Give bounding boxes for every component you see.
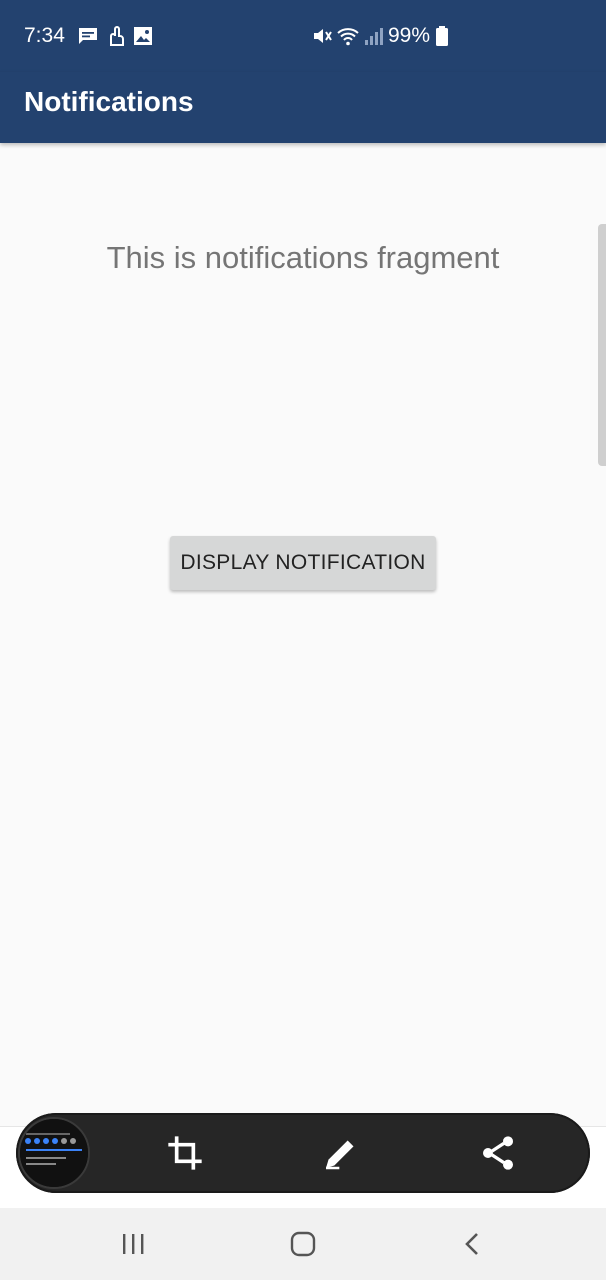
status-time: 7:34 — [24, 24, 65, 47]
wifi-icon — [337, 28, 359, 46]
back-icon[interactable] — [453, 1228, 493, 1260]
share-icon[interactable] — [478, 1133, 518, 1173]
battery-icon — [436, 26, 448, 46]
system-navigation-bar — [0, 1208, 606, 1280]
signal-icon — [365, 28, 383, 45]
home-icon[interactable] — [283, 1228, 323, 1260]
recents-icon[interactable] — [113, 1228, 153, 1260]
battery-percentage: 99% — [388, 24, 431, 47]
image-icon — [134, 27, 152, 45]
mute-icon — [314, 29, 332, 43]
fragment-text: This is notifications fragment — [106, 240, 500, 275]
app-bar: Notifications — [0, 72, 606, 143]
screenshot-thumbnail[interactable] — [18, 1117, 90, 1189]
touch-icon — [110, 26, 124, 46]
scroll-indicator[interactable] — [598, 224, 606, 466]
page-title: Notifications — [24, 86, 194, 117]
edit-icon[interactable] — [321, 1133, 361, 1173]
thumbnail-preview — [20, 1119, 88, 1187]
crop-icon[interactable] — [165, 1133, 205, 1173]
status-bar: 7:34 99% — [0, 0, 606, 72]
message-icon — [79, 28, 97, 44]
display-notification-button[interactable]: DISPLAY NOTIFICATION — [170, 536, 436, 590]
